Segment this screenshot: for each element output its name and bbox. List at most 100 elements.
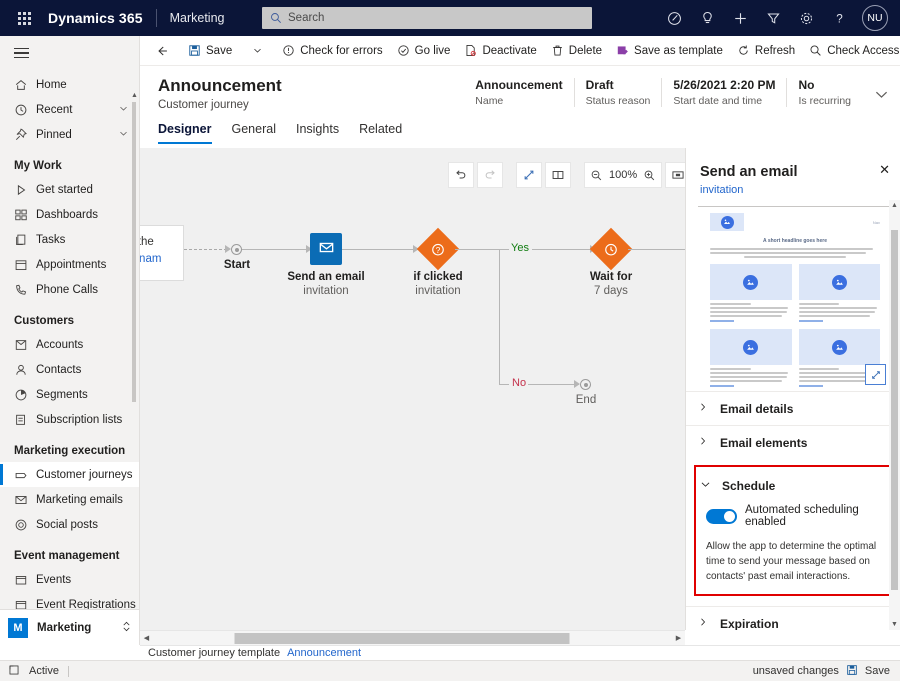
header-field-start-date[interactable]: 5/26/2021 2:20 PM Start date and time [661, 78, 786, 107]
redo-button[interactable] [477, 162, 503, 188]
scroll-down-icon[interactable]: ▼ [889, 619, 900, 630]
chevron-down-icon[interactable] [118, 128, 129, 142]
node-wait-for[interactable] [590, 228, 632, 270]
app-switcher-icon[interactable] [121, 620, 132, 636]
scroll-up-icon[interactable]: ▲ [131, 92, 138, 99]
search-input[interactable]: Search [262, 7, 592, 29]
section-schedule-header[interactable]: Schedule [696, 473, 889, 499]
sidebar-item-tasks[interactable]: Tasks [0, 227, 139, 252]
email-preview[interactable]: Nav A short headline goes here [698, 206, 892, 391]
hamburger-icon[interactable] [0, 36, 139, 70]
canvas-horizontal-scrollbar[interactable]: ◀ ▶ [140, 630, 685, 645]
node-send-an-email[interactable] [310, 233, 342, 265]
tab-related[interactable]: Related [359, 122, 402, 144]
clock-icon [604, 242, 619, 257]
filter-icon[interactable] [757, 0, 790, 36]
node-wait-for-label: Wait for 7 days [551, 271, 671, 297]
section-email-details[interactable]: Email details [686, 391, 900, 425]
lightbulb-icon[interactable] [691, 0, 724, 36]
record-state: Active [29, 665, 59, 677]
chevron-down-icon[interactable] [118, 103, 129, 117]
help-icon[interactable]: ? [823, 0, 856, 36]
automated-scheduling-toggle[interactable] [706, 509, 737, 524]
chevron-down-icon[interactable] [873, 86, 890, 106]
sidebar-item-events[interactable]: Events [0, 567, 139, 592]
scroll-left-icon[interactable]: ◀ [140, 634, 153, 642]
deactivate-button[interactable]: Deactivate [457, 36, 543, 66]
sidebar-item-appointments[interactable]: Appointments [0, 252, 139, 277]
node-start[interactable] [231, 244, 242, 255]
panel-scroll-thumb[interactable] [891, 230, 898, 590]
sidebar-scroll-thumb[interactable] [132, 102, 136, 402]
journey-designer-canvas[interactable]: 100% of the Dynam [140, 148, 685, 630]
back-button[interactable] [148, 36, 181, 66]
section-expiration[interactable]: Expiration [686, 606, 900, 630]
node-start-label: Start [177, 259, 297, 271]
expand-canvas-button[interactable] [516, 162, 542, 188]
sidebar-item-home[interactable]: Home [0, 72, 139, 97]
play-icon [14, 183, 36, 197]
delete-button[interactable]: Delete [544, 36, 609, 66]
sidebar-item-recent[interactable]: Recent [0, 97, 139, 122]
save-icon[interactable] [846, 664, 858, 679]
gear-icon[interactable] [790, 0, 823, 36]
undo-button[interactable] [448, 162, 474, 188]
sidebar-item-segments[interactable]: Segments [0, 382, 139, 407]
segment-tile[interactable]: of the Dynam [140, 225, 184, 281]
sidebar-scrollbar[interactable]: ▲ ▼ [131, 92, 138, 645]
sidebar-item-accounts[interactable]: Accounts [0, 332, 139, 357]
compass-icon[interactable] [658, 0, 691, 36]
waffle-icon[interactable] [0, 0, 48, 36]
close-icon[interactable]: ✕ [879, 162, 890, 178]
node-if-clicked[interactable]: ? [417, 228, 459, 270]
svg-text:?: ? [436, 244, 441, 254]
status-icon[interactable] [8, 664, 20, 679]
scroll-up-icon[interactable]: ▲ [889, 200, 900, 211]
scroll-thumb[interactable] [235, 633, 570, 644]
node-end[interactable] [580, 379, 591, 390]
scroll-track[interactable] [153, 631, 672, 646]
status-bar: Active unsaved changes Save [0, 660, 900, 681]
sidebar-item-subscription-lists[interactable]: Subscription lists [0, 407, 139, 432]
header-field-status-reason[interactable]: Draft Status reason [574, 78, 662, 107]
app-name[interactable]: Marketing [170, 11, 225, 25]
tab-insights[interactable]: Insights [296, 122, 339, 144]
go-live-button[interactable]: Go live [390, 36, 458, 66]
sidebar-item-social-posts[interactable]: Social posts [0, 512, 139, 537]
zoom-out-icon[interactable] [590, 169, 603, 182]
sidebar-items: Home Recent [0, 70, 139, 617]
sidebar-item-label: Get started [36, 184, 139, 196]
map-view-button[interactable] [545, 162, 571, 188]
tab-general[interactable]: General [232, 122, 276, 144]
sidebar-item-marketing-emails[interactable]: Marketing emails [0, 487, 139, 512]
header-field-name[interactable]: Announcement Name [464, 78, 573, 107]
plus-icon[interactable] [724, 0, 757, 36]
scroll-right-icon[interactable]: ▶ [672, 634, 685, 642]
panel-scrollbar[interactable]: ▲ ▼ [889, 200, 900, 630]
tab-designer[interactable]: Designer [158, 122, 212, 144]
sidebar-item-dashboards[interactable]: Dashboards [0, 202, 139, 227]
expand-preview-icon[interactable] [865, 364, 886, 385]
save-dropdown-button[interactable] [245, 36, 275, 66]
avatar[interactable]: NU [862, 5, 888, 31]
automated-scheduling-toggle-row[interactable]: Automated scheduling enabled [696, 499, 889, 530]
refresh-button[interactable]: Refresh [730, 36, 802, 66]
app-switcher[interactable]: M Marketing [0, 609, 140, 645]
sidebar-item-contacts[interactable]: Contacts [0, 357, 139, 382]
header-field-is-recurring[interactable]: No Is recurring [786, 78, 862, 107]
sidebar-item-phone-calls[interactable]: Phone Calls [0, 277, 139, 302]
section-email-elements[interactable]: Email elements [686, 425, 900, 459]
zoom-in-icon[interactable] [643, 169, 656, 182]
sidebar-item-customer-journeys[interactable]: Customer journeys [0, 462, 139, 487]
brand-name[interactable]: Dynamics 365 [48, 10, 143, 26]
check-for-errors-button[interactable]: Check for errors [275, 36, 389, 66]
save-as-template-button[interactable]: Save as template [609, 36, 730, 66]
save-button[interactable]: Save [865, 665, 890, 677]
sidebar-item-pinned[interactable]: Pinned [0, 122, 139, 147]
fit-to-screen-button[interactable] [665, 162, 685, 188]
breadcrumb-link[interactable]: Announcement [287, 647, 361, 659]
check-access-button[interactable]: Check Access [802, 36, 900, 66]
save-button[interactable]: Save [181, 36, 239, 66]
panel-subtitle-link[interactable]: invitation [700, 184, 886, 196]
sidebar-item-get-started[interactable]: Get started [0, 177, 139, 202]
